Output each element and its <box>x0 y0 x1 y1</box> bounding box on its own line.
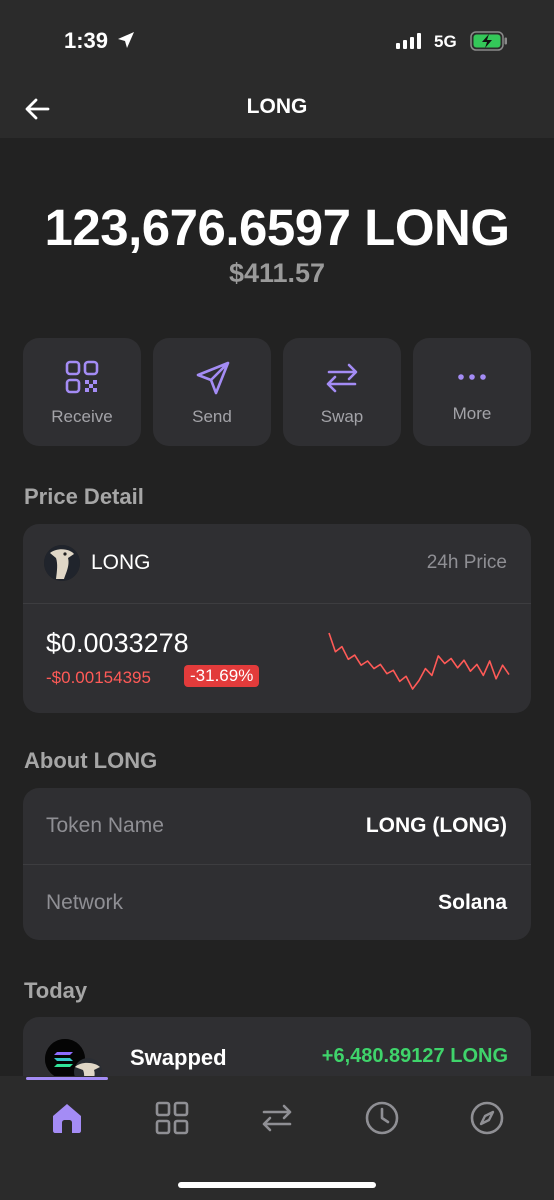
more-button[interactable]: More <box>413 338 531 446</box>
location-arrow-icon <box>118 32 134 48</box>
clock-icon[interactable] <box>362 1098 402 1138</box>
receive-label: Receive <box>51 407 113 426</box>
signal-icon <box>396 33 421 49</box>
status-time: 1:39 <box>64 28 109 53</box>
transaction-title: Swapped <box>130 1045 227 1070</box>
price-period-label: 24h Price <box>426 552 507 573</box>
battery-charging-icon <box>470 31 507 51</box>
token-price: $0.0033278 <box>46 628 189 658</box>
price-detail-heading: Price Detail <box>24 484 144 509</box>
swap-icon <box>326 363 358 393</box>
token-name-label: Token Name <box>46 814 164 837</box>
token-name-value: LONG (LONG) <box>365 814 507 837</box>
more-label: More <box>452 404 492 423</box>
token-balance: 123,676.6597 LONG <box>44 199 510 256</box>
more-dots-icon <box>458 374 486 380</box>
balance-usd-value: $411.57 <box>228 258 326 288</box>
send-label: Send <box>192 407 232 426</box>
transaction-avatar <box>45 1039 102 1086</box>
price-change: -$0.00154395 <box>46 668 151 687</box>
token-avatar <box>44 545 80 581</box>
network-label: 5G <box>434 32 457 51</box>
about-card: Token Name LONG (LONG) Network Solana <box>23 788 531 940</box>
divider <box>23 603 531 604</box>
status-bar: 1:39 5G <box>0 0 554 80</box>
transaction-amount: +6,480.89127 LONG <box>321 1045 508 1067</box>
sparkline-series <box>328 632 510 690</box>
price-change-percent-badge: -31.69% <box>184 665 260 687</box>
swap-button[interactable]: Swap <box>283 338 401 446</box>
header-bar: LONG <box>0 80 554 138</box>
today-heading: Today <box>24 978 88 1003</box>
token-logo-icon <box>44 545 80 581</box>
network-label: Network <box>46 891 124 914</box>
page-title: LONG <box>246 95 308 118</box>
swap-tab-icon[interactable] <box>257 1098 297 1138</box>
receive-button[interactable]: Receive <box>23 338 141 446</box>
qr-code-icon <box>65 360 99 394</box>
active-tab-indicator <box>26 1077 108 1080</box>
compass-icon[interactable] <box>467 1098 507 1138</box>
network-value: Solana <box>438 891 507 914</box>
send-icon <box>196 361 230 395</box>
home-icon[interactable] <box>47 1098 87 1138</box>
price-detail-card[interactable]: LONG 24h Price $0.0033278 -$0.00154395 -… <box>23 524 531 713</box>
price-sparkline-chart <box>328 632 510 690</box>
about-heading: About LONG <box>24 748 158 773</box>
swap-label: Swap <box>320 407 364 426</box>
grid-icon[interactable] <box>152 1098 192 1138</box>
home-indicator <box>178 1182 376 1188</box>
send-button[interactable]: Send <box>153 338 271 446</box>
divider <box>23 864 531 865</box>
token-name: LONG <box>91 551 151 574</box>
